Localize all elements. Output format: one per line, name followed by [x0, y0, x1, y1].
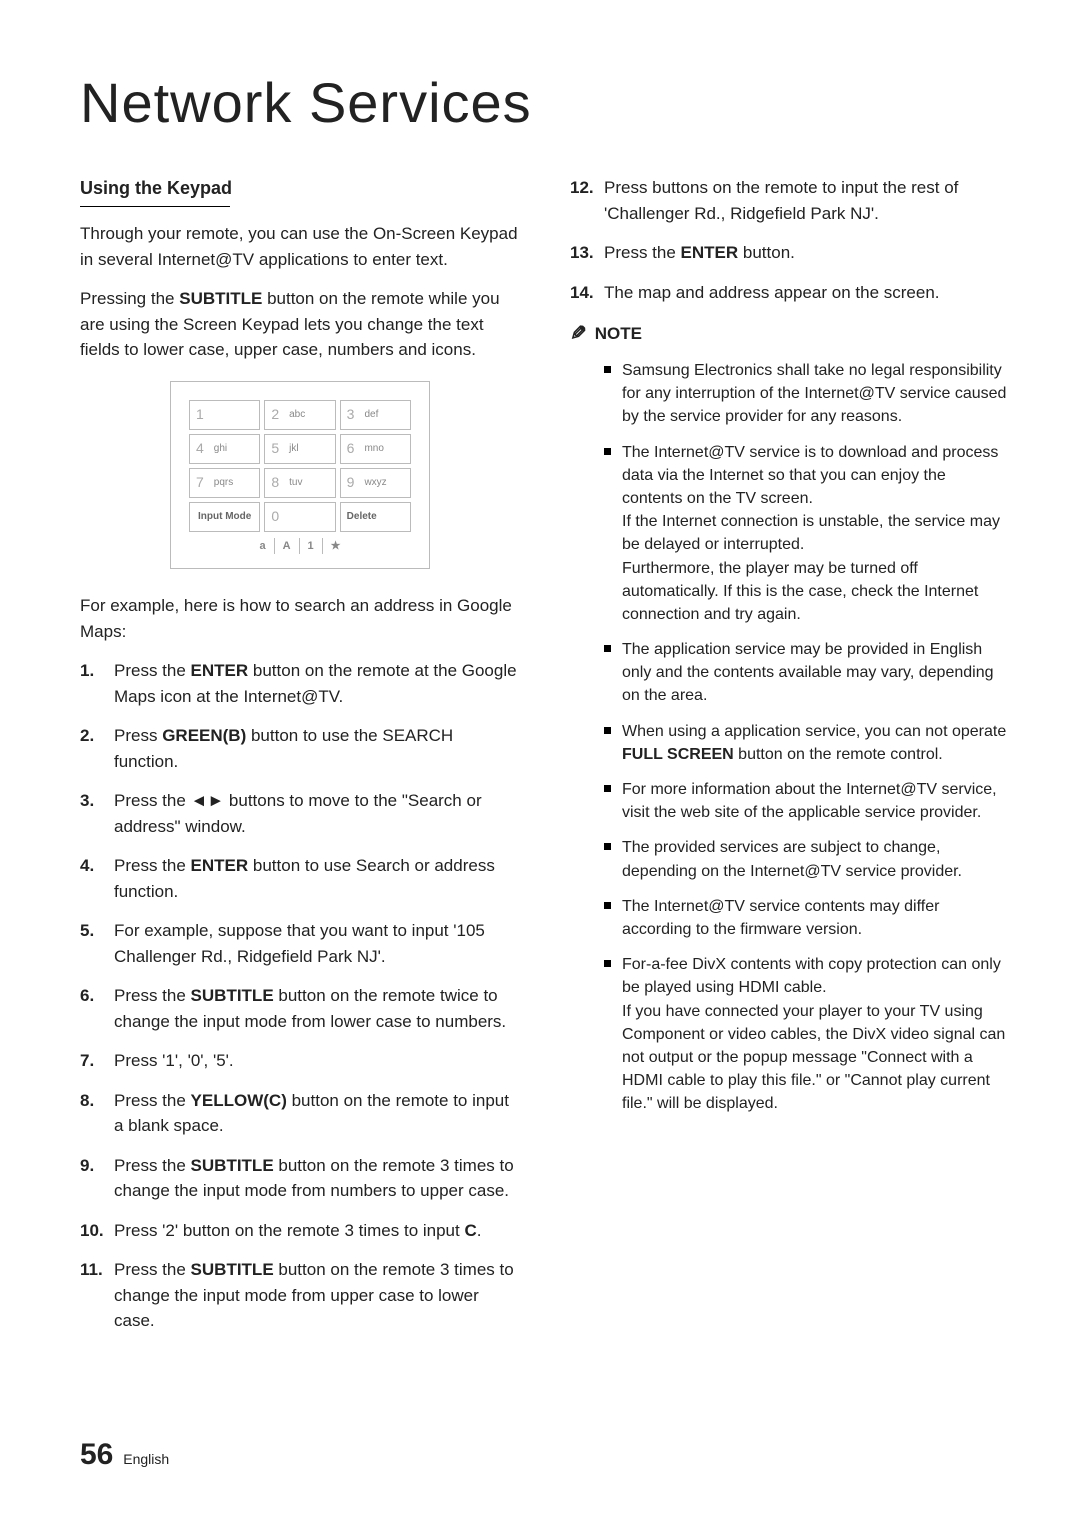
key-6: 6mno [340, 434, 411, 464]
step-10: Press '2' button on the remote 3 times t… [80, 1218, 520, 1244]
step-7: Press '1', '0', '5'. [80, 1048, 520, 1074]
step-1: Press the ENTER button on the remote at … [80, 658, 520, 709]
step-5: For example, suppose that you want to in… [80, 918, 520, 969]
intro-paragraph-1: Through your remote, you can use the On-… [80, 221, 520, 272]
keypad-mode-row: a A 1 ★ [189, 538, 411, 555]
mode-symbol: ★ [323, 538, 349, 555]
content-columns: Using the Keypad Through your remote, yo… [80, 175, 1010, 1348]
note-4: When using a application service, you ca… [604, 720, 1010, 766]
steps-list-right: Press buttons on the remote to input the… [570, 175, 1010, 305]
key-3: 3def [340, 400, 411, 430]
page-title: Network Services [80, 70, 1010, 135]
section-heading: Using the Keypad [80, 175, 520, 202]
note-3: The application service may be provided … [604, 638, 1010, 708]
key-input-mode: Input Mode [189, 502, 260, 532]
page-number: 56 [80, 1438, 113, 1471]
mode-lower: a [251, 538, 274, 555]
footer-language: English [123, 1451, 169, 1467]
step-13: Press the ENTER button. [570, 240, 1010, 266]
heading-underline [80, 206, 230, 207]
note-8: For-a-fee DivX contents with copy protec… [604, 953, 1010, 1115]
note-heading: ✎ NOTE [570, 319, 1010, 349]
note-6: The provided services are subject to cha… [604, 836, 1010, 882]
step-3: Press the ◄► buttons to move to the "Sea… [80, 788, 520, 839]
mode-upper: A [275, 538, 300, 555]
keypad-figure: 1 2abc 3def 4ghi 5jkl 6mno 7pqrs 8tuv 9w… [170, 381, 430, 570]
example-intro: For example, here is how to search an ad… [80, 593, 520, 644]
note-list: Samsung Electronics shall take no legal … [604, 359, 1010, 1115]
step-4: Press the ENTER button to use Search or … [80, 853, 520, 904]
step-8: Press the YELLOW(C) button on the remote… [80, 1088, 520, 1139]
note-label: NOTE [595, 321, 642, 347]
arrow-left-right-icon: ◄► [191, 791, 225, 810]
step-14: The map and address appear on the screen… [570, 280, 1010, 306]
key-5: 5jkl [264, 434, 335, 464]
step-12: Press buttons on the remote to input the… [570, 175, 1010, 226]
mode-number: 1 [300, 538, 323, 555]
key-1: 1 [189, 400, 260, 430]
key-7: 7pqrs [189, 468, 260, 498]
note-7: The Internet@TV service contents may dif… [604, 895, 1010, 941]
step-9: Press the SUBTITLE button on the remote … [80, 1153, 520, 1204]
right-column: Press buttons on the remote to input the… [570, 175, 1010, 1348]
key-9: 9wxyz [340, 468, 411, 498]
keypad-grid: 1 2abc 3def 4ghi 5jkl 6mno 7pqrs 8tuv 9w… [189, 400, 411, 532]
step-11: Press the SUBTITLE button on the remote … [80, 1257, 520, 1334]
page-footer: 56 English [80, 1438, 169, 1472]
steps-list-left: Press the ENTER button on the remote at … [80, 658, 520, 1334]
note-icon: ✎ [570, 319, 587, 349]
key-0: 0 [264, 502, 335, 532]
note-1: Samsung Electronics shall take no legal … [604, 359, 1010, 429]
key-2: 2abc [264, 400, 335, 430]
step-2: Press GREEN(B) button to use the SEARCH … [80, 723, 520, 774]
note-2: The Internet@TV service is to download a… [604, 441, 1010, 627]
key-delete: Delete [340, 502, 411, 532]
key-4: 4ghi [189, 434, 260, 464]
intro-paragraph-2: Pressing the SUBTITLE button on the remo… [80, 286, 520, 363]
step-6: Press the SUBTITLE button on the remote … [80, 983, 520, 1034]
left-column: Using the Keypad Through your remote, yo… [80, 175, 520, 1348]
note-5: For more information about the Internet@… [604, 778, 1010, 824]
key-8: 8tuv [264, 468, 335, 498]
